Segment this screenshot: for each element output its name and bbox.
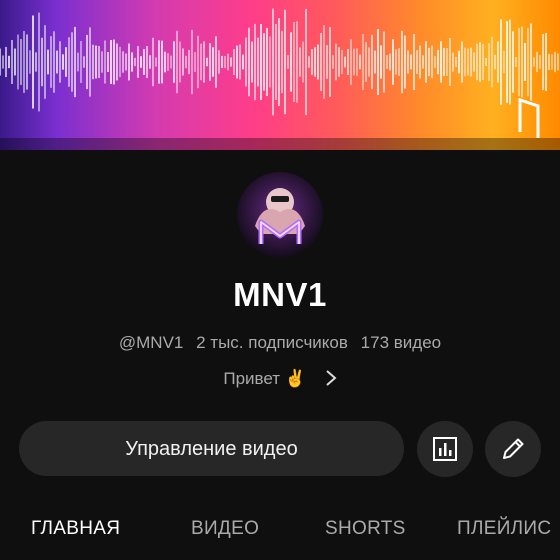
analytics-button[interactable] bbox=[417, 421, 473, 477]
channel-handle: @MNV1 bbox=[118, 333, 184, 352]
manage-videos-button[interactable]: Управление видео bbox=[19, 421, 404, 476]
bar-chart-icon bbox=[433, 437, 457, 461]
video-count: 173 видео bbox=[360, 333, 442, 352]
waveform-graphic bbox=[0, 8, 560, 150]
tab-videos[interactable]: ВИДЕО bbox=[191, 518, 259, 540]
avatar[interactable] bbox=[237, 172, 323, 258]
channel-banner bbox=[0, 0, 560, 150]
chevron-right-icon bbox=[325, 369, 337, 392]
avatar-logo-icon bbox=[237, 172, 323, 258]
tab-home[interactable]: ГЛАВНАЯ bbox=[31, 518, 120, 540]
channel-description: Привет ✌️ bbox=[223, 369, 306, 388]
pencil-icon bbox=[503, 438, 524, 459]
channel-tabs: ГЛАВНАЯ ВИДЕО SHORTS ПЛЕЙЛИС bbox=[0, 514, 560, 560]
tab-shorts[interactable]: SHORTS bbox=[325, 518, 406, 540]
channel-meta: @MNV1 2 тыс. подписчиков 173 видео bbox=[0, 333, 560, 353]
subscriber-count: 2 тыс. подписчиков bbox=[196, 333, 348, 352]
edit-channel-button[interactable] bbox=[485, 421, 541, 477]
channel-description-row[interactable]: Привет ✌️ bbox=[0, 369, 560, 392]
tab-playlists[interactable]: ПЛЕЙЛИС bbox=[457, 518, 551, 540]
channel-name: MNV1 bbox=[233, 276, 327, 313]
